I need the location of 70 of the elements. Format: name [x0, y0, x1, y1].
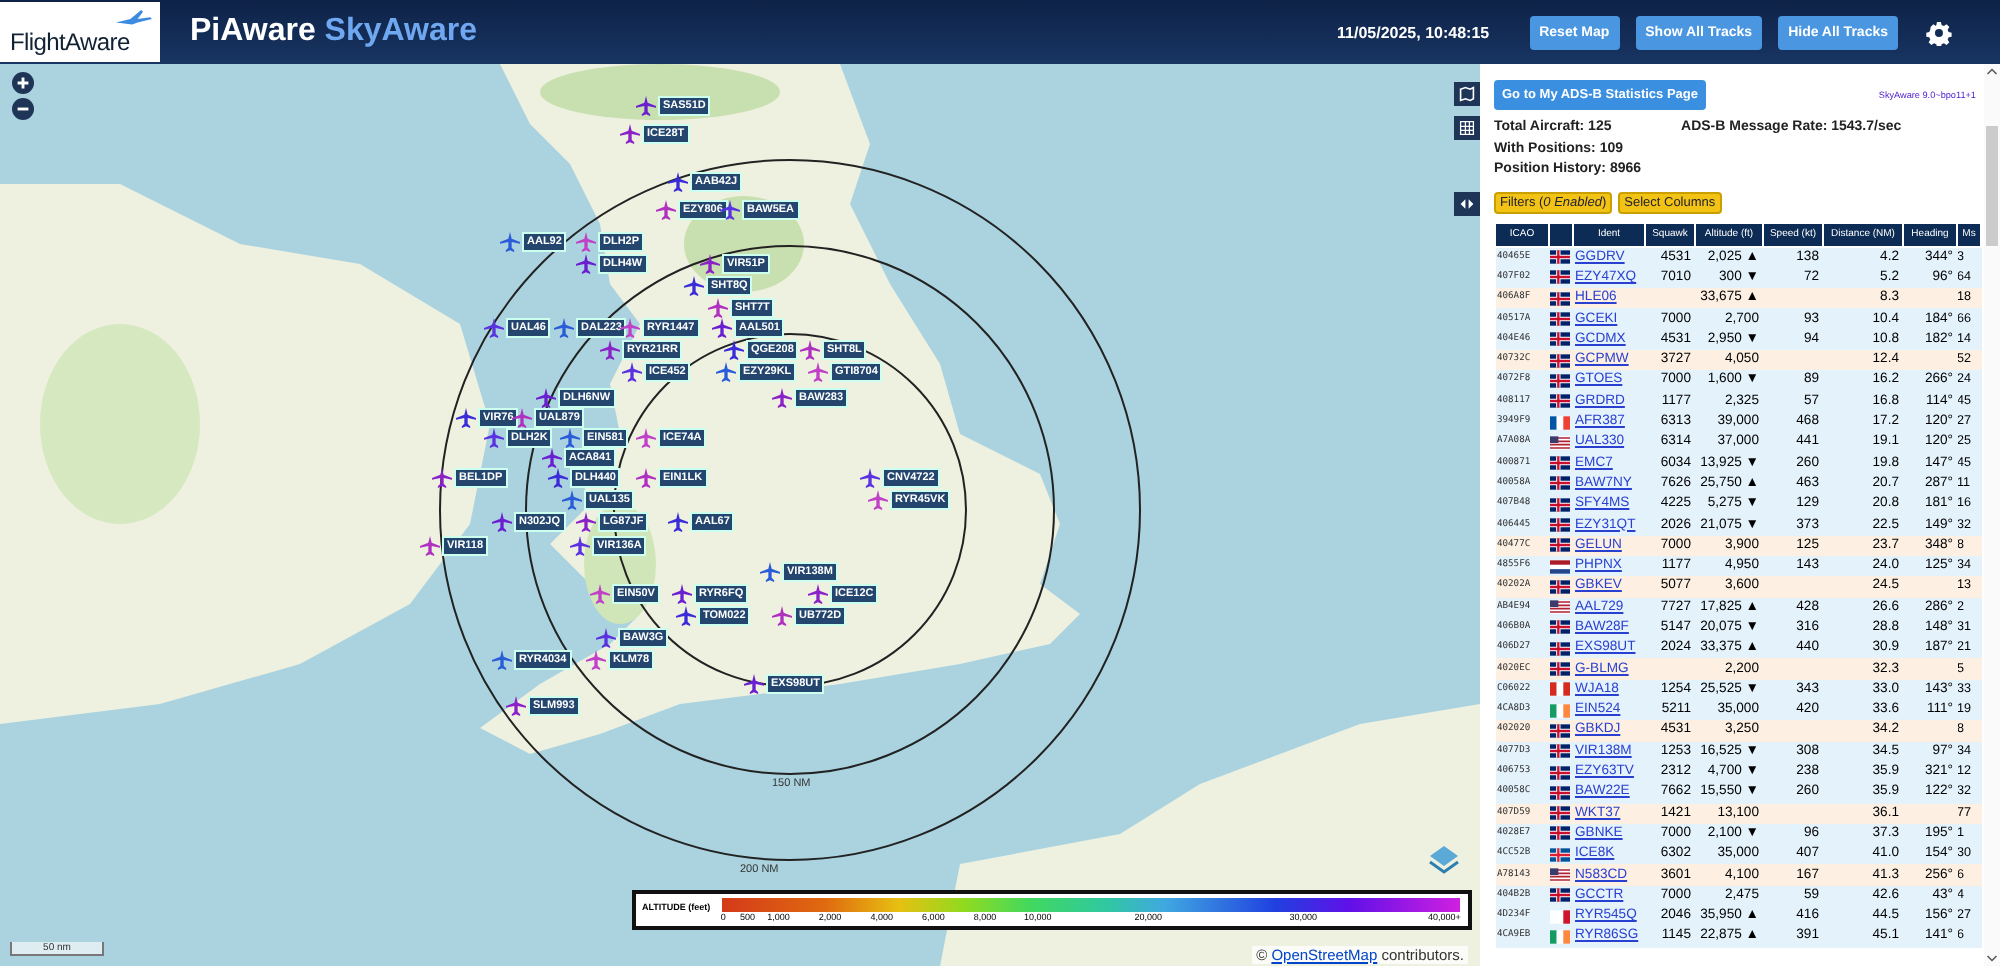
plane-icon[interactable]: [622, 362, 642, 382]
country-flag-icon: [1549, 929, 1569, 944]
plane-icon[interactable]: [512, 408, 532, 428]
plane-icon[interactable]: [720, 200, 740, 220]
plane-icon[interactable]: [712, 318, 732, 338]
country-flag-icon: [1549, 868, 1569, 883]
country-flag-icon: [1549, 703, 1569, 718]
country-flag-icon: [1549, 826, 1569, 841]
country-flag-icon: [1549, 579, 1569, 594]
country-flag-icon: [1549, 497, 1569, 512]
country-flag-icon: [1549, 662, 1569, 677]
country-flag-icon: [1549, 353, 1569, 368]
country-flag-icon: [1549, 435, 1569, 450]
plane-icon: [116, 10, 152, 28]
double-arrow-icon: [1458, 196, 1476, 212]
plane-icon[interactable]: [484, 318, 504, 338]
country-flag-icon: [1549, 847, 1569, 862]
country-flag-icon: [1549, 806, 1569, 821]
country-flag-icon: [1549, 476, 1569, 491]
country-flag-icon: [1549, 312, 1569, 327]
country-flag-icon: [1549, 291, 1569, 306]
plane-icon[interactable]: [672, 584, 692, 604]
country-flag-icon: [1549, 744, 1569, 759]
plane-icon[interactable]: [684, 276, 704, 296]
plane-icon[interactable]: [536, 388, 556, 408]
country-flag-icon: [1549, 415, 1569, 430]
plane-icon[interactable]: [596, 628, 616, 648]
plane-icon[interactable]: [432, 468, 452, 488]
map-icon: [1458, 86, 1476, 102]
plane-icon[interactable]: [744, 674, 764, 694]
country-flag-icon: [1549, 538, 1569, 553]
collapse-panel-button[interactable]: [1454, 192, 1480, 216]
layers-icon[interactable]: [1428, 844, 1460, 876]
logo-text: FlightAware: [10, 28, 130, 56]
country-flag-icon: [1549, 600, 1569, 615]
grid-button[interactable]: [1454, 116, 1480, 140]
zoom-in-icon: [14, 74, 32, 92]
country-flag-icon: [1549, 518, 1569, 532]
scroll-down-icon[interactable]: [1986, 954, 1998, 964]
plane-icon[interactable]: [484, 428, 504, 448]
plane-icon[interactable]: [724, 340, 744, 360]
plane-icon[interactable]: [668, 172, 688, 192]
country-flag-icon: [1549, 394, 1569, 409]
plane-icon[interactable]: [456, 408, 476, 428]
scroll-up-icon[interactable]: [1986, 66, 1998, 76]
map-drawing[interactable]: [0, 64, 1480, 966]
country-flag-icon: [1549, 559, 1569, 574]
country-flag-icon: [1549, 620, 1569, 635]
country-flag-icon: [1549, 723, 1569, 738]
country-flag-icon: [1549, 641, 1569, 656]
country-flag-icon: [1549, 785, 1569, 800]
plane-icon[interactable]: [676, 606, 696, 626]
date-time: 11/05/2025, 10:48:15: [1337, 23, 1490, 41]
plane-icon[interactable]: [700, 254, 720, 274]
country-flag-icon: [1549, 373, 1569, 388]
country-flag-icon: [1549, 909, 1569, 924]
country-flag-icon: [1549, 765, 1569, 780]
app-title: PiAware SkyAware: [190, 14, 477, 50]
country-flag-icon: [1549, 456, 1569, 471]
plane-icon[interactable]: [620, 318, 640, 338]
grid-icon: [1458, 120, 1476, 136]
settings-icon[interactable]: [1926, 19, 1952, 45]
plane-icon[interactable]: [860, 468, 880, 488]
map-view-button[interactable]: [1454, 82, 1480, 106]
plane-icon[interactable]: [570, 536, 590, 556]
plane-icon[interactable]: [668, 512, 688, 532]
country-flag-icon: [1549, 682, 1569, 697]
country-flag-icon: [1549, 332, 1569, 347]
country-flag-icon: [1549, 888, 1569, 903]
country-flag-icon: [1549, 270, 1569, 285]
